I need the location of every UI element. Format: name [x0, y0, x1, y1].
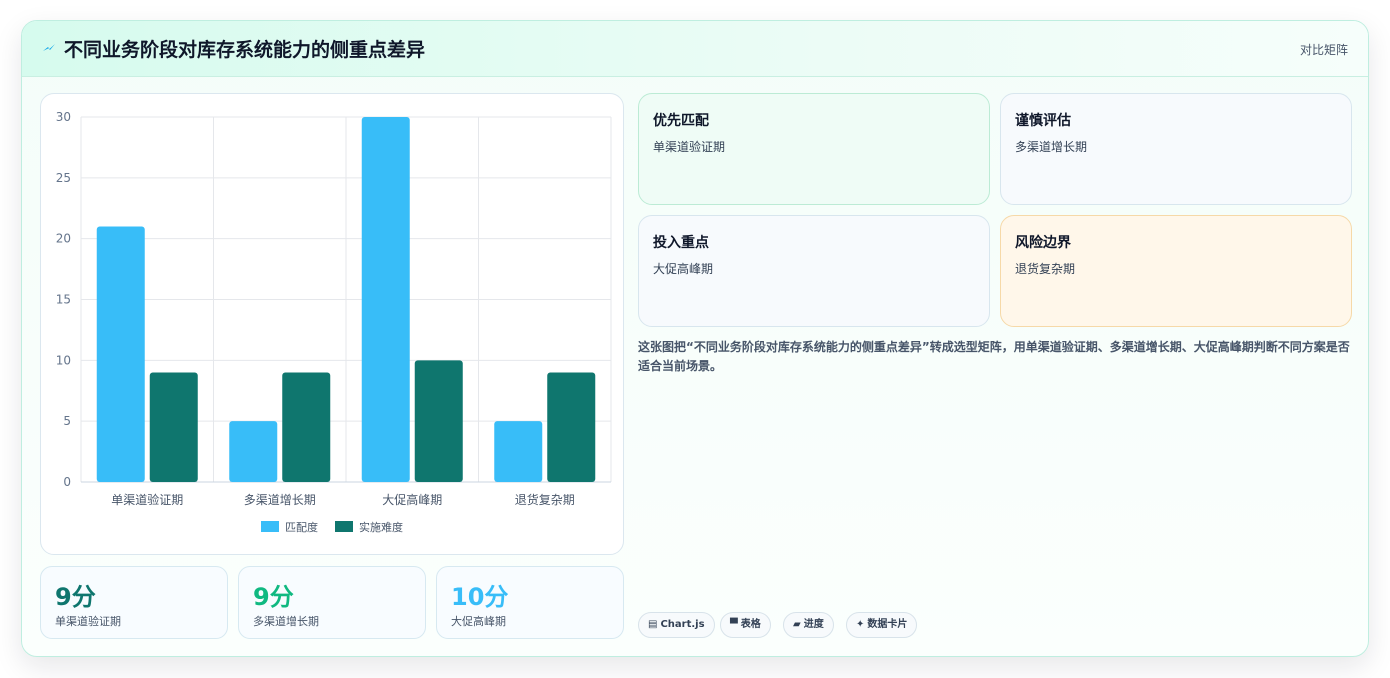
y-tick-label: 0: [63, 475, 71, 489]
legend-swatch: [335, 521, 353, 532]
lightning-icon: [43, 44, 55, 51]
chip-label: 进度: [803, 619, 824, 630]
matrix-cell-investment: 投入重点 大促高峰期: [638, 215, 990, 327]
bar: [547, 372, 596, 482]
bar: [149, 372, 198, 482]
matrix-cell-text: 大促高峰期: [653, 262, 714, 276]
y-tick-label: 10: [56, 353, 71, 367]
stat-card: 9分 多渠道增长期: [238, 566, 426, 639]
x-tick-label: 单渠道验证期: [111, 492, 183, 507]
chart-icon: ▤: [648, 619, 658, 630]
chip-label: Chart.js: [660, 619, 705, 630]
chip-table[interactable]: ▀ 表格: [720, 612, 771, 638]
matrix-cell-text: 退货复杂期: [1015, 262, 1076, 276]
stat-card: 10分 大促高峰期: [436, 566, 624, 639]
bar-chart-panel: 0 5 10 15 20 25 30 单渠道验证期 多渠道增长期 大促高峰期 退货复杂期匹配度 实施难…: [40, 93, 624, 555]
matrix-cell-title: 投入重点: [653, 235, 709, 251]
matrix-description: 这张图把“不同业务阶段对库存系统能力的侧重点差异”转成选型矩阵，用单渠道验证期、…: [638, 340, 1350, 373]
y-tick-label: 15: [56, 293, 71, 307]
matrix-cell-priority: 优先匹配 单渠道验证期: [638, 93, 990, 205]
y-tick-label: 25: [56, 171, 71, 185]
sparkle-icon: ✦: [856, 619, 865, 630]
legend-swatch: [261, 521, 279, 532]
bar: [229, 421, 278, 482]
stat-card: 9分 单渠道验证期: [40, 566, 228, 639]
y-tick-label: 5: [63, 414, 71, 428]
table-icon: ▀: [730, 619, 738, 630]
stat-label: 大促高峰期: [451, 615, 506, 628]
progress-icon: ▰: [793, 619, 801, 630]
matrix-cell-title: 风险边界: [1015, 235, 1071, 251]
bar: [361, 117, 410, 482]
stat-value: 9分: [253, 583, 294, 611]
chip-chartjs[interactable]: ▤ Chart.js: [638, 612, 715, 638]
chip-progress[interactable]: ▰ 进度: [783, 612, 834, 638]
x-tick-label: 多渠道增长期: [244, 493, 316, 507]
card-header: 不同业务阶段对库存系统能力的侧重点差异 对比矩阵: [22, 21, 1368, 77]
bar-chart: 0 5 10 15 20 25 30 单渠道验证期 多渠道增长期 大促高峰期 退货复杂期匹配度 实施难…: [56, 110, 612, 534]
matrix-cell-text: 单渠道验证期: [653, 140, 726, 154]
bar: [494, 421, 543, 482]
chip-data-card[interactable]: ✦ 数据卡片: [846, 612, 918, 638]
stat-label: 单渠道验证期: [55, 615, 121, 628]
matrix-cell-text: 多渠道增长期: [1015, 140, 1088, 154]
legend-label: 匹配度: [285, 520, 318, 534]
y-tick-label: 30: [56, 110, 71, 124]
bar: [96, 226, 145, 482]
matrix-cell-risk: 风险边界 退货复杂期: [1000, 215, 1352, 327]
stat-value: 9分: [55, 583, 96, 611]
page-title: 不同业务阶段对库存系统能力的侧重点差异: [64, 39, 426, 61]
chip-label: 数据卡片: [867, 619, 908, 630]
bar: [282, 372, 331, 482]
chip-label: 表格: [740, 619, 761, 630]
x-tick-label: 退货复杂期: [515, 492, 575, 507]
matrix-cell-title: 谨慎评估: [1015, 113, 1071, 129]
matrix-cell-caution: 谨慎评估 多渠道增长期: [1000, 93, 1352, 205]
stat-value: 10分: [451, 583, 509, 611]
bar: [414, 360, 463, 482]
matrix-cell-title: 优先匹配: [653, 113, 709, 129]
header-tag: 对比矩阵: [1299, 43, 1348, 57]
legend-label: 实施难度: [359, 520, 403, 534]
x-tick-label: 大促高峰期: [382, 492, 442, 507]
comparison-card: 不同业务阶段对库存系统能力的侧重点差异 对比矩阵 0 5 10 15 20 25 30 单渠道…: [21, 20, 1369, 657]
y-tick-label: 20: [56, 232, 71, 246]
stat-label: 多渠道增长期: [253, 615, 319, 628]
